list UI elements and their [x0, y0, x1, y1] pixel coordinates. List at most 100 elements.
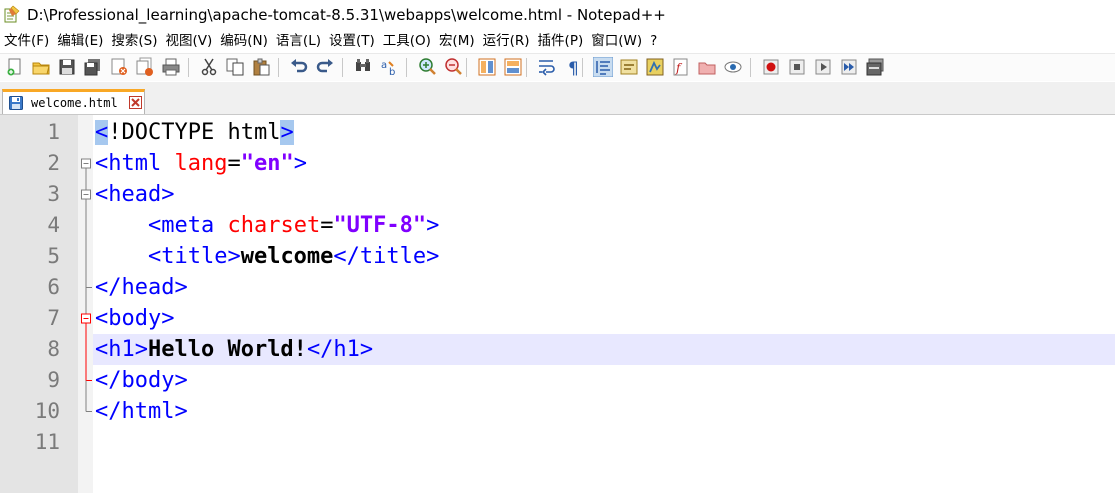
function-list-button[interactable]: f: [671, 57, 691, 77]
svg-text:¶: ¶: [568, 59, 579, 77]
menu-plugins[interactable]: 插件(P): [534, 30, 587, 52]
tab-close-icon[interactable]: [129, 96, 142, 109]
menu-help[interactable]: ?: [646, 30, 660, 52]
toolbar-separator: [406, 58, 407, 77]
menu-edit[interactable]: 编辑(E): [53, 30, 106, 52]
document-map-icon: [646, 58, 664, 76]
monitoring-button[interactable]: [723, 57, 743, 77]
close-all-button[interactable]: [135, 57, 155, 77]
find-button[interactable]: [353, 57, 373, 77]
replace-button[interactable]: ab: [379, 57, 399, 77]
tab-welcome-html[interactable]: welcome.html: [2, 89, 145, 114]
line-number: 5: [47, 244, 60, 268]
sync-vertical-button[interactable]: [477, 57, 497, 77]
undo-button[interactable]: [289, 57, 309, 77]
code-token: </h1>: [306, 337, 374, 362]
playback-button[interactable]: [813, 57, 833, 77]
save-all-button[interactable]: [83, 57, 103, 77]
user-language-button[interactable]: [619, 57, 639, 77]
code-line[interactable]: </head>: [95, 272, 188, 303]
menu-macro[interactable]: 宏(M): [435, 30, 478, 52]
playback-icon: [815, 59, 831, 75]
code-line[interactable]: <!DOCTYPE html>: [95, 117, 294, 148]
run-macro-multiple-button[interactable]: [839, 57, 859, 77]
fold-toggle-html[interactable]: [81, 158, 91, 169]
toolbar-separator: [466, 58, 467, 77]
title-bar[interactable]: D:\Professional_learning\apache-tomcat-8…: [0, 0, 1115, 30]
print-icon: [162, 58, 180, 76]
open-file-button[interactable]: [31, 57, 51, 77]
user-language-icon: [620, 59, 638, 75]
indent-guide-button[interactable]: [593, 57, 613, 77]
menu-file[interactable]: 文件(F): [0, 30, 52, 52]
code-token: </title>: [333, 244, 440, 269]
code-line[interactable]: <meta charset="UTF-8">: [95, 210, 439, 241]
menu-encoding[interactable]: 编码(N): [216, 30, 271, 52]
stop-recording-button[interactable]: [787, 57, 807, 77]
paste-button[interactable]: [251, 57, 271, 77]
close-button[interactable]: [109, 57, 129, 77]
open-file-icon: [32, 62, 50, 75]
code-token: charset: [227, 213, 321, 238]
toolbar-separator: [582, 58, 583, 77]
toolbar-separator: [750, 58, 751, 77]
indent-guide-icon: [593, 57, 613, 77]
code-line[interactable]: <h1>Hello World!</h1>: [95, 334, 373, 365]
line-number: 4: [47, 213, 60, 237]
word-wrap-button[interactable]: [537, 57, 557, 77]
line-number: 1: [47, 120, 60, 144]
sync-horizontal-icon: [504, 58, 522, 76]
code-token: welcome: [240, 244, 334, 269]
folder-as-workspace-button[interactable]: [697, 57, 717, 77]
menu-tools[interactable]: 工具(O): [379, 30, 434, 52]
copy-button[interactable]: [225, 57, 245, 77]
menu-view[interactable]: 视图(V): [162, 30, 216, 52]
menu-search[interactable]: 搜索(S): [107, 30, 160, 52]
cut-button[interactable]: [199, 57, 219, 77]
notepad-plus-plus-window: D:\Professional_learning\apache-tomcat-8…: [0, 0, 1115, 493]
code-line[interactable]: </html>: [95, 396, 188, 427]
code-token: <body>: [95, 306, 175, 331]
menu-run[interactable]: 运行(R): [479, 30, 533, 52]
record-macro-button[interactable]: [761, 57, 781, 77]
fold-toggle-body[interactable]: [81, 313, 91, 324]
code-line[interactable]: <body>: [95, 303, 174, 334]
menu-settings[interactable]: 设置(T): [325, 30, 378, 52]
show-all-characters-button[interactable]: ¶: [563, 57, 583, 77]
zoom-out-icon: [445, 58, 462, 75]
code-token: lang: [174, 151, 228, 176]
code-token: =: [227, 151, 241, 176]
zoom-out-button[interactable]: [443, 57, 463, 77]
line-number: 7: [47, 306, 60, 330]
menu-bar: 文件(F) 编辑(E) 搜索(S) 视图(V) 编码(N) 语言(L) 设置(T) 工具(O)…: [0, 30, 1115, 52]
code-token: !DOCTYPE html: [108, 120, 281, 145]
stop-recording-icon: [789, 59, 805, 75]
zoom-in-icon: [419, 58, 436, 75]
code-token: >: [426, 213, 440, 238]
document-map-button[interactable]: [645, 57, 665, 77]
new-file-button[interactable]: [5, 57, 25, 77]
save-button[interactable]: [57, 57, 77, 77]
menu-window[interactable]: 窗口(W): [587, 30, 645, 52]
tab-bar: welcome.html: [0, 82, 1115, 115]
fold-toggle-head[interactable]: [81, 189, 91, 200]
toolbar-separator: [278, 58, 279, 77]
sync-horizontal-button[interactable]: [503, 57, 523, 77]
code-token: </head>: [95, 275, 188, 300]
code-token: >: [293, 151, 307, 176]
toolbar: a b ¶ f: [0, 53, 1115, 81]
code-line[interactable]: <head>: [95, 179, 174, 210]
code-line[interactable]: <title>welcome</title>: [95, 241, 439, 272]
code-line[interactable]: <html lang="en">: [95, 148, 307, 179]
menu-language[interactable]: 语言(L): [272, 30, 324, 52]
code-token: "UTF-8": [333, 213, 427, 238]
code-token: =: [320, 213, 334, 238]
redo-button[interactable]: [315, 57, 335, 77]
line-number: 8: [47, 337, 60, 361]
code-line[interactable]: </body>: [95, 365, 188, 396]
zoom-in-button[interactable]: [417, 57, 437, 77]
save-macro-button[interactable]: [865, 57, 885, 77]
code-editor[interactable]: 1 2 3 4 5 6 7 8 9 10 11 <!DOCTYPE html> <html lang=…: [0, 115, 1115, 493]
print-button[interactable]: [161, 57, 181, 77]
line-number: 11: [34, 430, 60, 454]
